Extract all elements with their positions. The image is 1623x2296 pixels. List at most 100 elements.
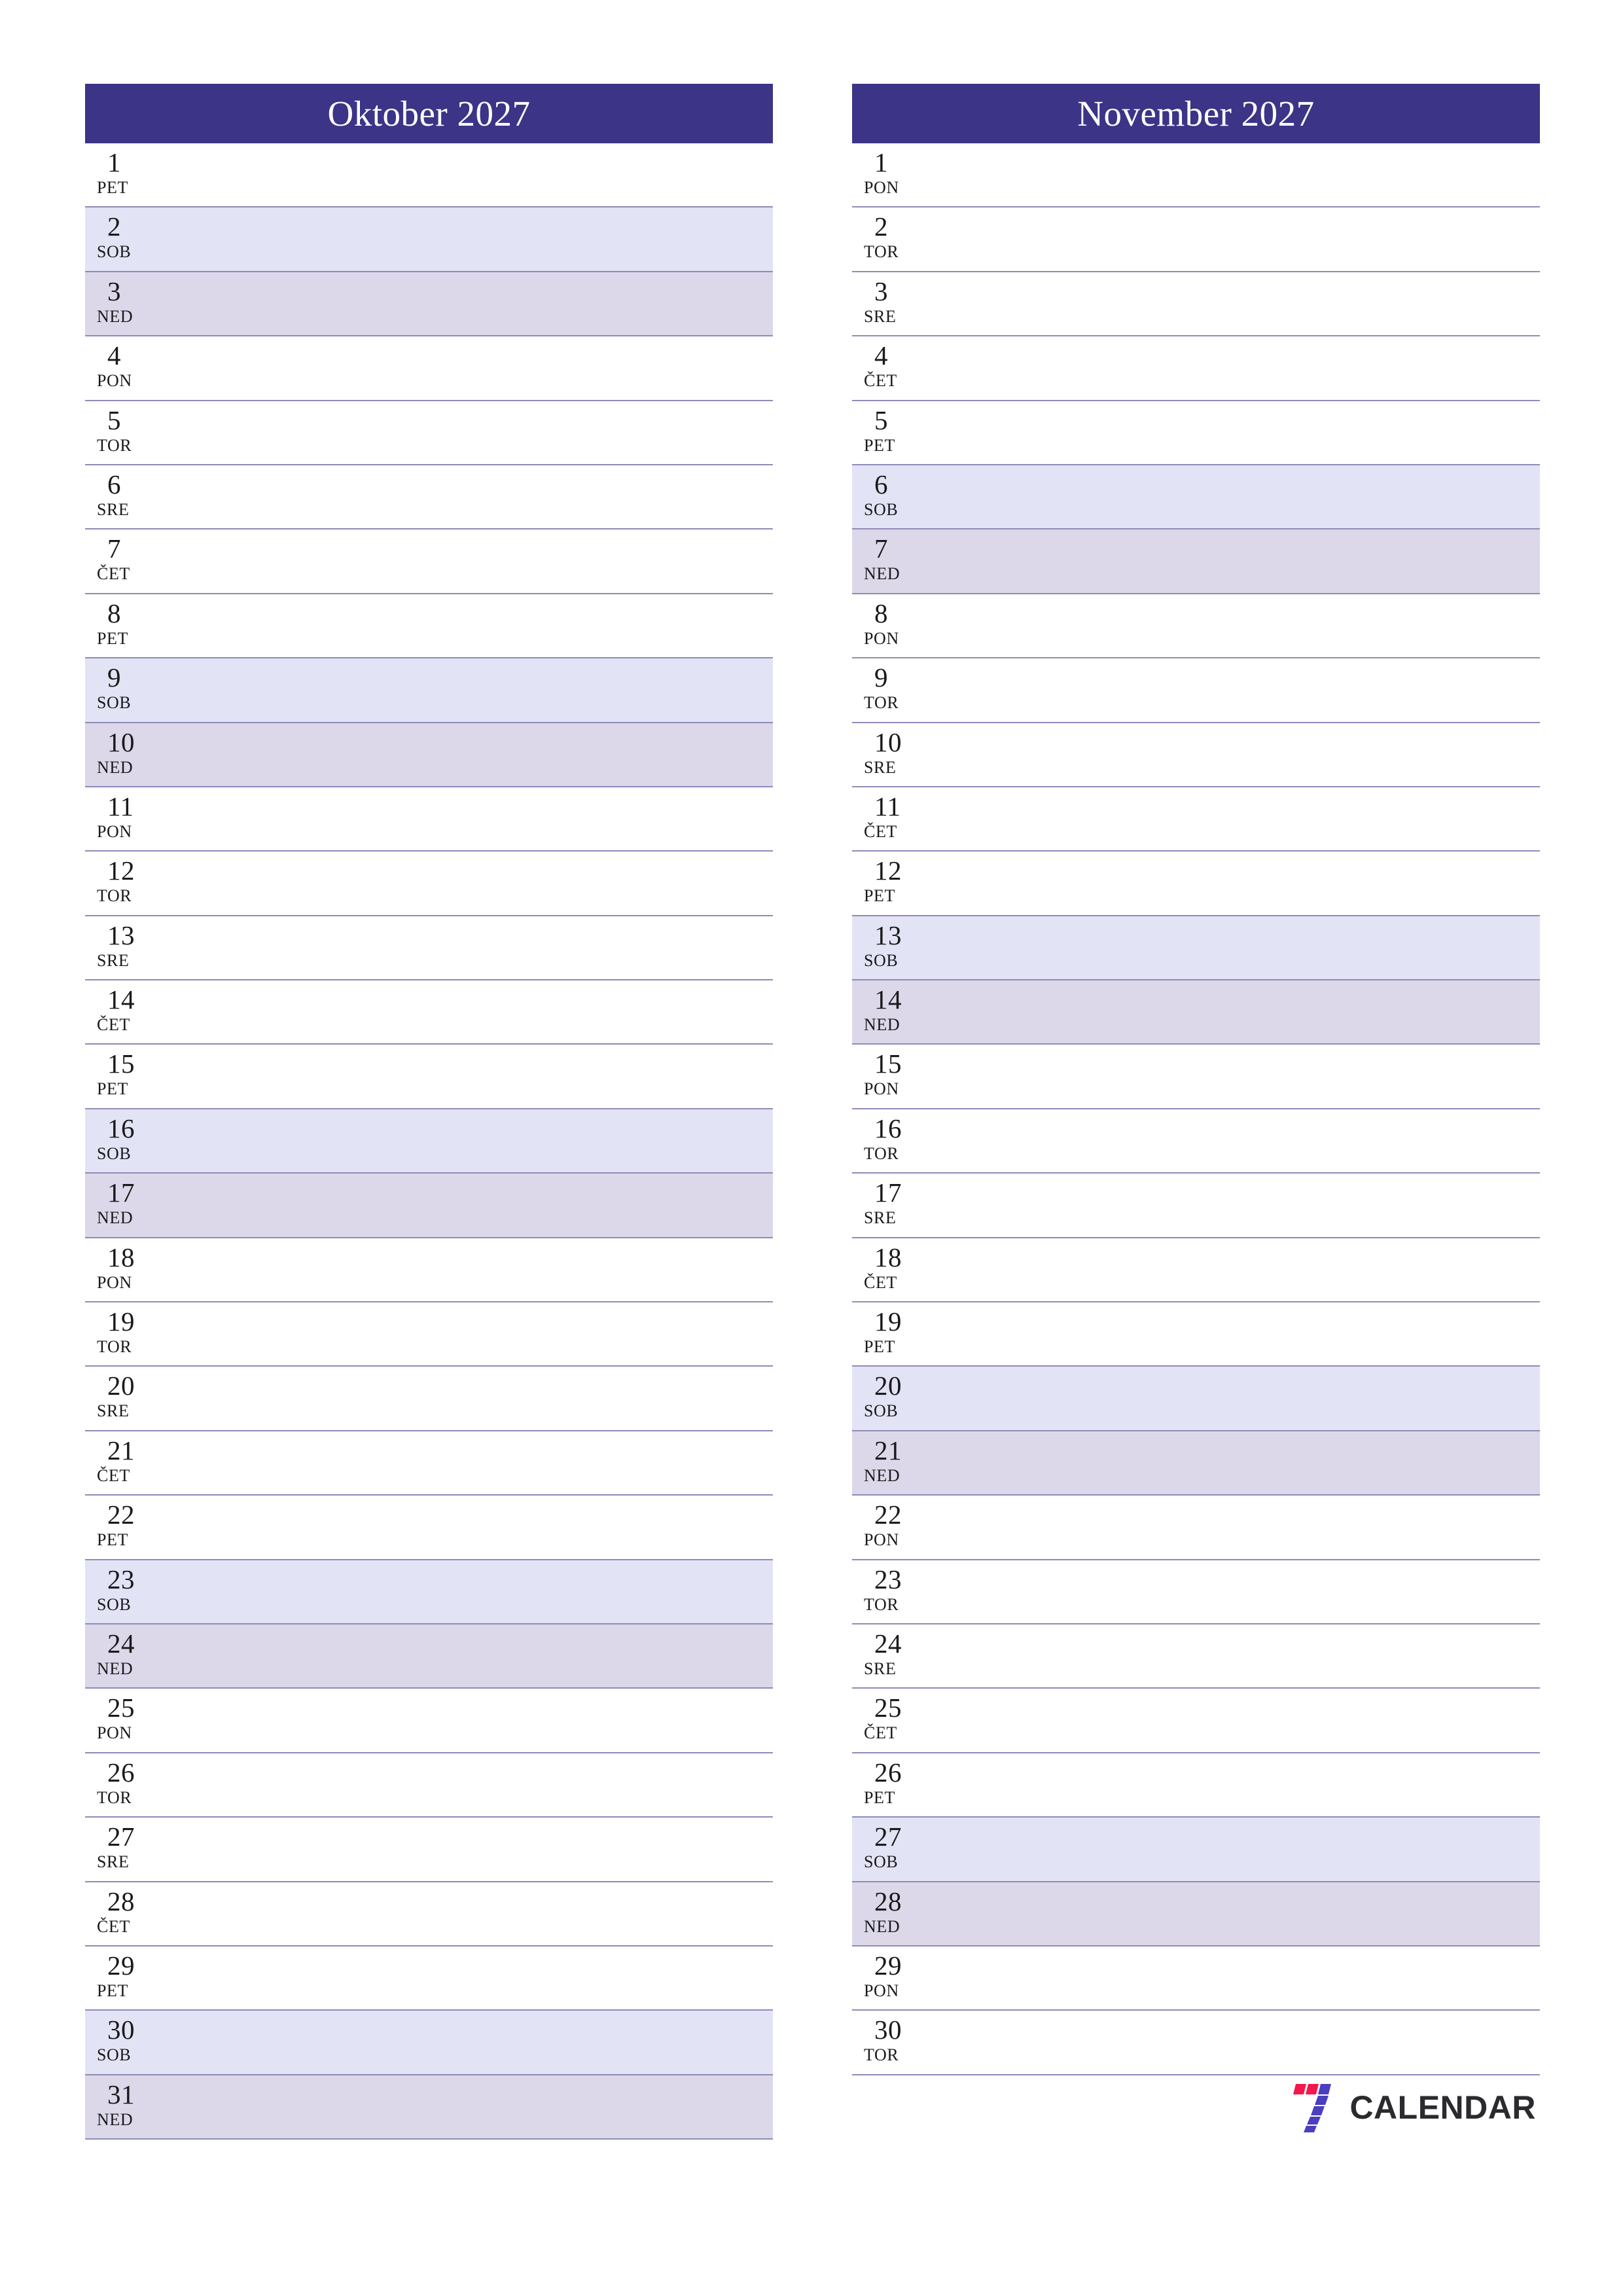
day-row[interactable]: 30 TOR [852,2011,1540,2075]
day-number: 2 [874,211,888,242]
day-row[interactable]: 17 NED [85,1174,773,1238]
day-row[interactable]: 4 ČET [852,336,1540,401]
day-number: 3 [874,276,888,306]
day-row[interactable]: 24 SRE [852,1624,1540,1689]
day-abbreviation: SOB [864,1852,899,1872]
day-abbreviation: ČET [864,371,897,391]
day-number: 29 [107,1950,135,1981]
day-row[interactable]: 6 SRE [85,465,773,530]
planner-page: Oktober 2027 1 PET 2 SOB 3 NED 4 PON 5 TOR 6 SRE 7 ČE… [0,0,1623,2296]
day-row[interactable]: 23 TOR [852,1560,1540,1624]
day-row[interactable]: 14 NED [852,980,1540,1045]
day-number: 25 [107,1693,135,1723]
day-row[interactable]: 26 TOR [85,1753,773,1818]
day-row[interactable]: 12 PET [852,852,1540,916]
day-row[interactable]: 3 SRE [852,272,1540,337]
day-row[interactable]: 28 ČET [85,1882,773,1946]
day-abbreviation: SRE [864,1659,897,1678]
day-row[interactable]: 15 PET [85,1045,773,1109]
day-row[interactable]: 26 PET [852,1753,1540,1818]
day-abbreviation: PON [97,371,132,391]
day-row[interactable]: 2 SOB [85,207,773,272]
day-row[interactable]: 13 SRE [85,916,773,981]
day-abbreviation: TOR [97,1787,132,1807]
day-abbreviation: SRE [97,1401,130,1421]
day-number: 20 [107,1371,135,1401]
day-row[interactable]: 27 SOB [852,1818,1540,1882]
day-list-left: 1 PET 2 SOB 3 NED 4 PON 5 TOR 6 SRE 7 ČET 8 PET 9 SOB 10 NE… [85,143,773,2140]
seven-calendar-logo: CALENDAR [1292,2081,1536,2134]
day-number: 8 [874,598,888,628]
day-row[interactable]: 31 NED [85,2075,773,2140]
day-row[interactable]: 25 ČET [852,1689,1540,1753]
day-row[interactable]: 13 SOB [852,916,1540,981]
day-number: 14 [874,984,902,1015]
day-row[interactable]: 16 TOR [852,1109,1540,1174]
month-columns: Oktober 2027 1 PET 2 SOB 3 NED 4 PON 5 TOR 6 SRE 7 ČE… [85,84,1540,2140]
day-abbreviation: PET [97,1079,129,1099]
day-row[interactable]: 11 ČET [852,787,1540,852]
day-number: 8 [107,598,121,628]
day-row[interactable]: 5 PET [852,401,1540,465]
day-row[interactable]: 11 PON [85,787,773,852]
day-row[interactable]: 29 PET [85,1946,773,2011]
seven-logo-icon [1293,2083,1332,2132]
day-row[interactable]: 18 ČET [852,1238,1540,1303]
day-number: 9 [107,662,121,693]
day-row[interactable]: 1 PET [85,143,773,208]
day-abbreviation: PET [864,886,896,906]
day-row[interactable]: 7 NED [852,529,1540,594]
day-abbreviation: TOR [97,886,132,906]
day-number: 26 [107,1757,135,1787]
day-row[interactable]: 10 NED [85,723,773,787]
day-number: 16 [107,1113,135,1143]
day-row[interactable]: 9 TOR [852,658,1540,723]
day-abbreviation: TOR [864,693,899,713]
day-row[interactable]: 24 NED [85,1624,773,1689]
day-row[interactable]: 27 SRE [85,1818,773,1882]
day-number: 6 [107,469,121,499]
day-row[interactable]: 20 SRE [85,1367,773,1431]
day-row[interactable]: 19 PET [852,1302,1540,1367]
day-row[interactable]: 1 PON [852,143,1540,208]
day-row[interactable]: 5 TOR [85,401,773,465]
day-row[interactable]: 8 PON [852,594,1540,659]
day-row[interactable]: 14 ČET [85,980,773,1045]
day-abbreviation: SOB [864,950,899,970]
day-row[interactable]: 16 SOB [85,1109,773,1174]
day-number: 27 [107,1821,135,1852]
day-abbreviation: SOB [97,1143,132,1163]
day-row[interactable]: 15 PON [852,1045,1540,1109]
day-row[interactable]: 17 SRE [852,1174,1540,1238]
day-number: 13 [107,920,135,950]
day-row[interactable]: 23 SOB [85,1560,773,1624]
day-abbreviation: ČET [864,1272,897,1292]
day-abbreviation: SOB [97,1594,132,1614]
day-row[interactable]: 29 PON [852,1946,1540,2011]
logo-wordmark: CALENDAR [1349,2089,1536,2126]
day-row[interactable]: 8 PET [85,594,773,659]
day-number: 17 [107,1177,135,1208]
day-row[interactable]: 19 TOR [85,1302,773,1367]
branding-slot: CALENDAR [852,2075,1540,2140]
day-row[interactable]: 22 PON [852,1496,1540,1560]
day-row[interactable]: 21 NED [852,1431,1540,1496]
day-row[interactable]: 22 PET [85,1496,773,1560]
day-row[interactable]: 28 NED [852,1882,1540,1946]
day-row[interactable]: 9 SOB [85,658,773,723]
day-row[interactable]: 7 ČET [85,529,773,594]
day-row[interactable]: 25 PON [85,1689,773,1753]
day-row[interactable]: 6 SOB [852,465,1540,530]
day-number: 5 [107,404,121,435]
day-row[interactable]: 2 TOR [852,207,1540,272]
day-row[interactable]: 10 SRE [852,723,1540,787]
day-row[interactable]: 30 SOB [85,2011,773,2075]
day-row[interactable]: 12 TOR [85,852,773,916]
day-row[interactable]: 20 SOB [852,1367,1540,1431]
day-row[interactable]: 3 NED [85,272,773,337]
day-abbreviation: PON [97,1723,132,1743]
day-row[interactable]: 18 PON [85,1238,773,1303]
day-row[interactable]: 21 ČET [85,1431,773,1496]
day-row[interactable]: 4 PON [85,336,773,401]
day-number: 25 [874,1693,902,1723]
